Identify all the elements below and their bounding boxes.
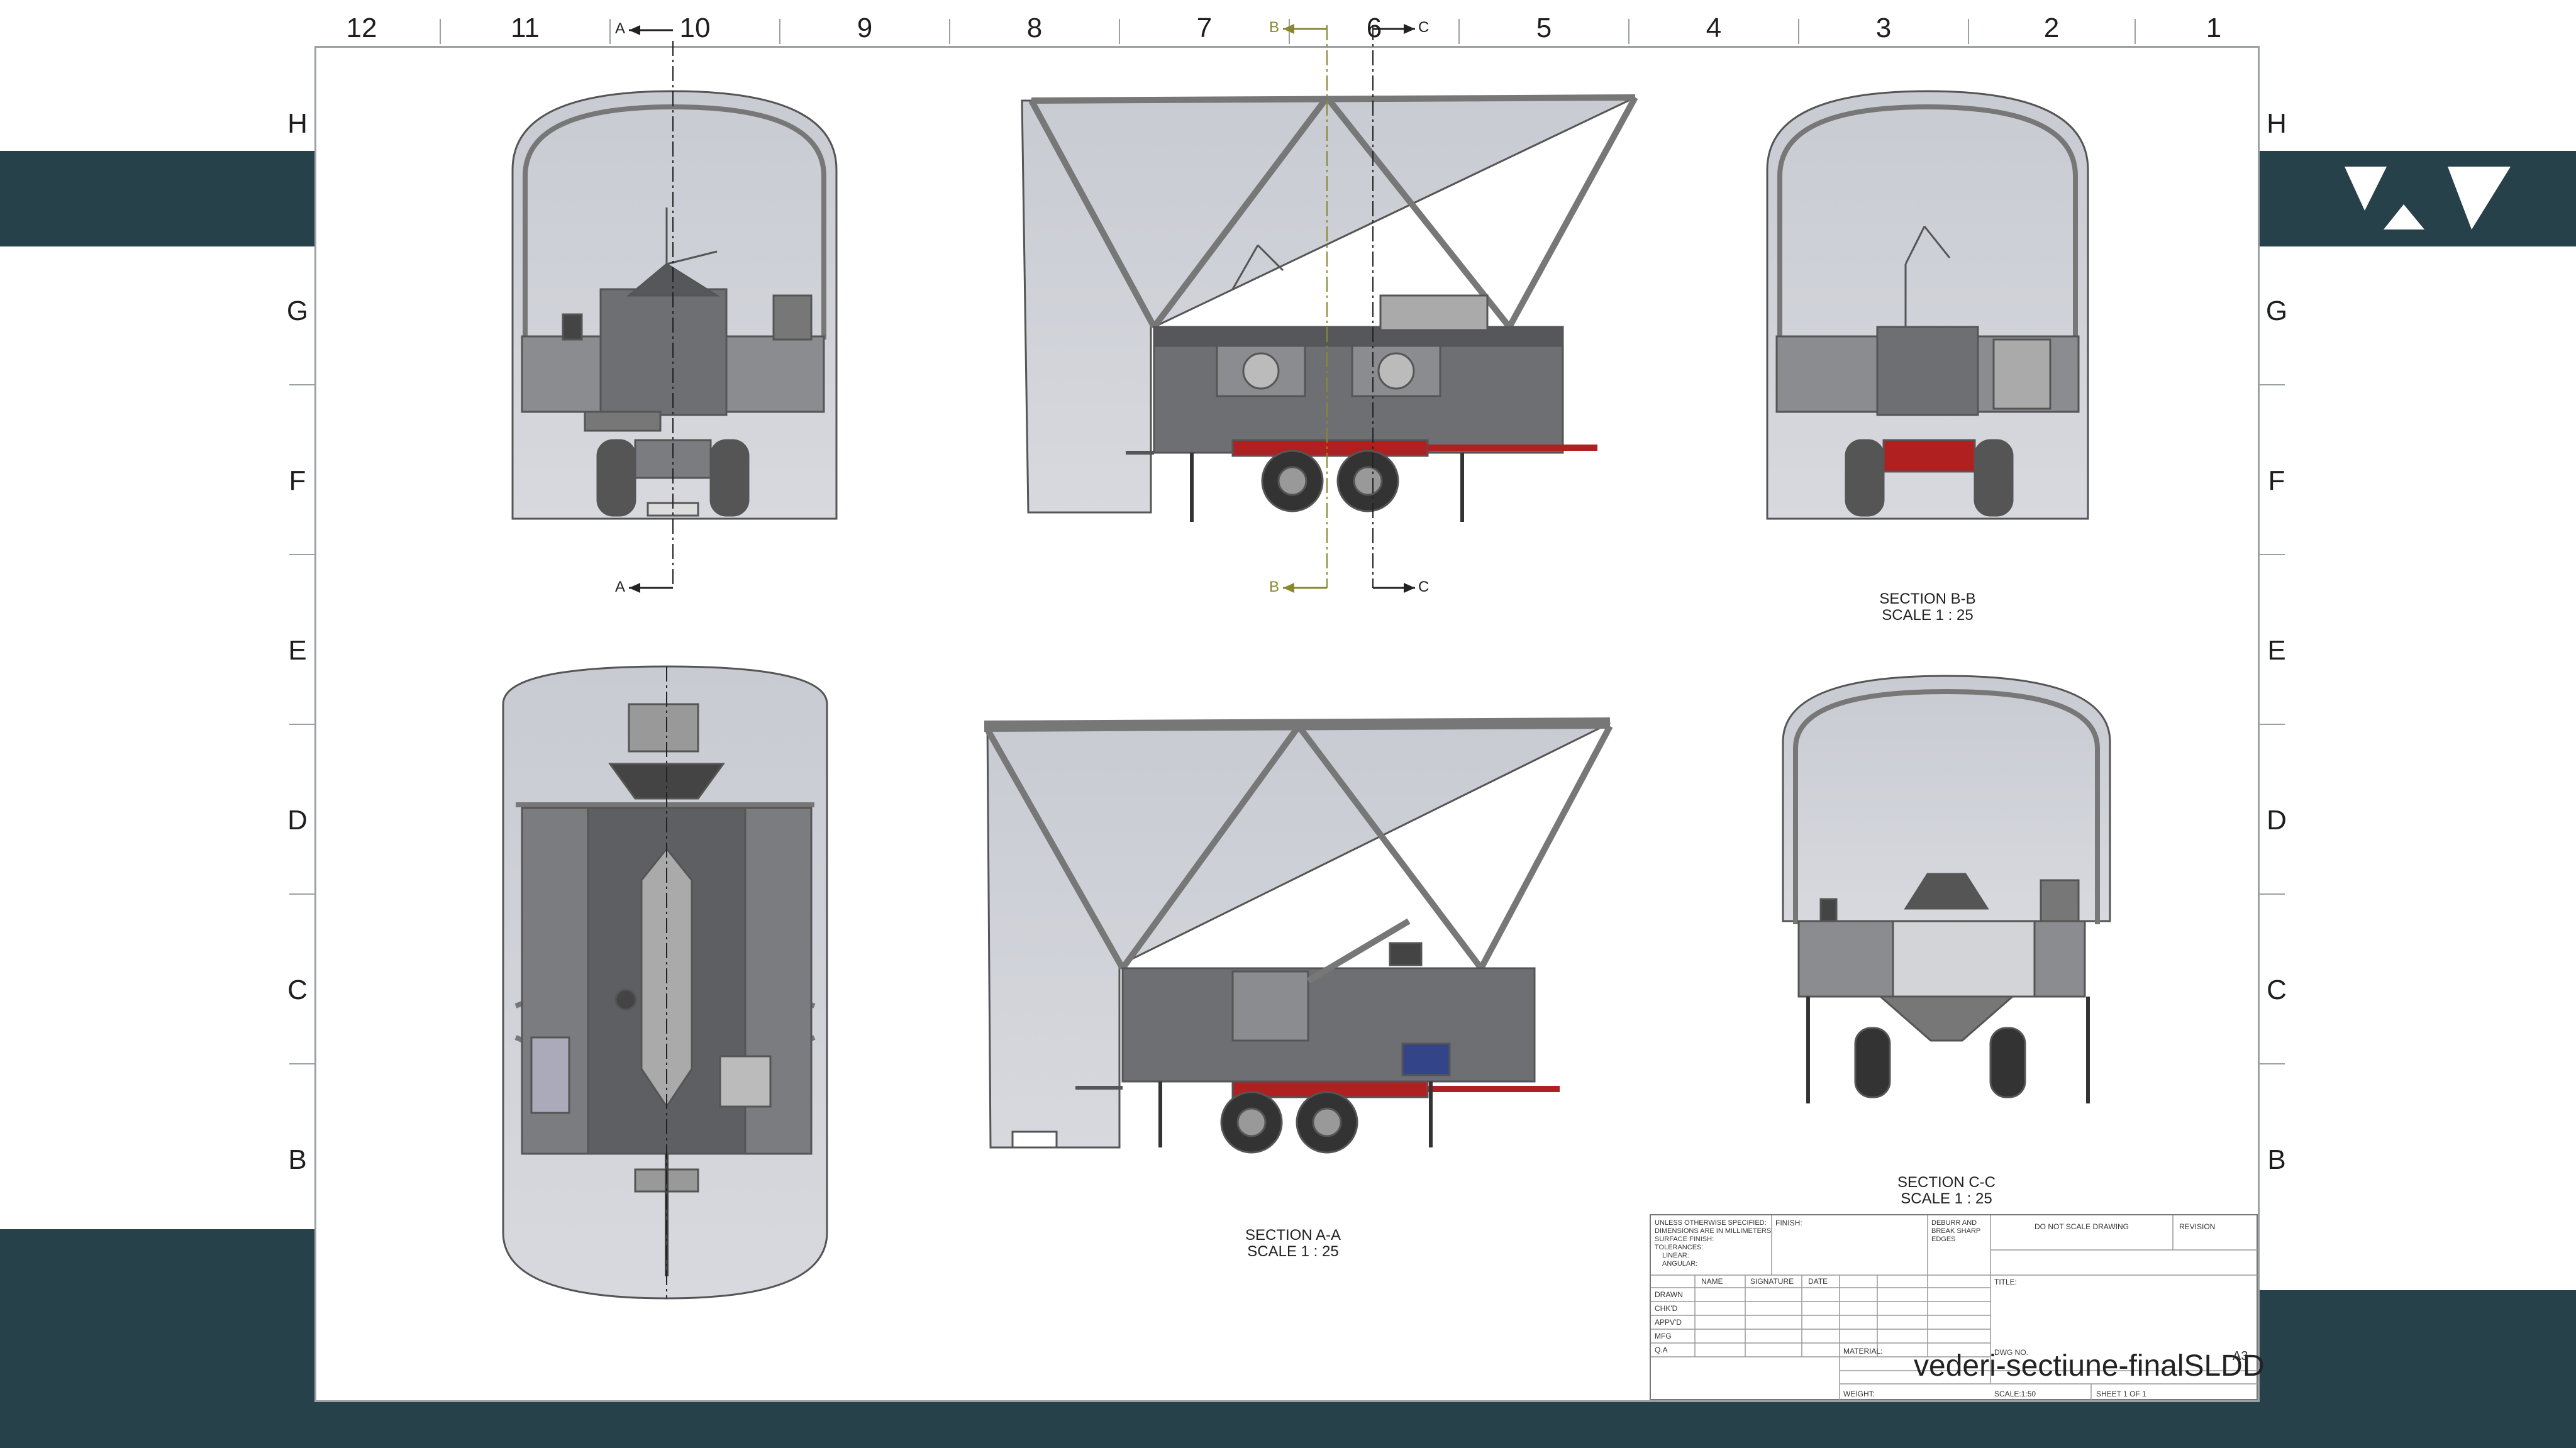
zone-row-d-left: D bbox=[287, 805, 308, 836]
drawing-name: vederi-sectiune-finalSLDD bbox=[1914, 1349, 2265, 1383]
zone-row-b-left: B bbox=[288, 1144, 307, 1175]
tb-deburr-1: DEBURR AND bbox=[1931, 1219, 1977, 1227]
section-aa-caption: SECTION A-A SCALE 1 : 25 bbox=[1199, 1227, 1387, 1260]
tb-revision: REVISION bbox=[2179, 1222, 2216, 1231]
tb-role-drawn: DRAWN bbox=[1655, 1290, 1683, 1299]
tb-col-signature: SIGNATURE bbox=[1750, 1277, 1794, 1286]
tb-do-not-scale: DO NOT SCALE DRAWING bbox=[2035, 1222, 2129, 1231]
zone-col-6: 6 bbox=[1366, 13, 1382, 43]
tb-role-mfg: MFG bbox=[1655, 1332, 1672, 1340]
tb-col-name: NAME bbox=[1701, 1277, 1723, 1286]
zone-row-e-right: E bbox=[2267, 635, 2286, 666]
zone-col-11: 11 bbox=[511, 13, 540, 43]
tb-note-4: TOLERANCES: bbox=[1655, 1244, 1704, 1251]
zone-row-g-right: G bbox=[2265, 296, 2288, 326]
section-aa-view bbox=[984, 717, 1613, 1154]
tb-sheet: SHEET 1 OF 1 bbox=[2096, 1390, 2146, 1398]
tb-scale: SCALE:1:50 bbox=[1994, 1390, 2036, 1398]
tb-col-date: DATE bbox=[1808, 1277, 1828, 1286]
zone-col-3: 3 bbox=[1875, 13, 1892, 43]
zone-row-e-left: E bbox=[288, 635, 307, 666]
tb-note-5: LINEAR: bbox=[1662, 1252, 1689, 1259]
front-view bbox=[511, 90, 838, 520]
section-aa-scale: SCALE 1 : 25 bbox=[1247, 1243, 1339, 1260]
zone-row-h-left: H bbox=[287, 108, 308, 139]
tb-material: MATERIAL: bbox=[1843, 1347, 1883, 1356]
zone-col-10: 10 bbox=[679, 13, 711, 43]
section-marker-b-bottom: B bbox=[1269, 578, 1280, 595]
zone-col-8: 8 bbox=[1026, 13, 1043, 43]
tb-role-chkd: CHK'D bbox=[1655, 1304, 1678, 1313]
tb-role-qa: Q.A bbox=[1655, 1346, 1668, 1354]
zone-row-f-right: F bbox=[2268, 465, 2285, 496]
zone-row-f-left: F bbox=[289, 465, 306, 496]
section-cc-scale: SCALE 1 : 25 bbox=[1901, 1190, 1992, 1207]
side-view bbox=[1021, 94, 1638, 522]
tb-deburr-2: BREAK SHARP bbox=[1931, 1227, 1981, 1235]
section-marker-b-top: B bbox=[1269, 19, 1280, 36]
zone-col-12: 12 bbox=[346, 13, 377, 43]
zone-row-c-right: C bbox=[2267, 975, 2287, 1005]
tb-note-3: SURFACE FINISH: bbox=[1655, 1235, 1714, 1243]
tb-note-1: UNLESS OTHERWISE SPECIFIED: bbox=[1655, 1219, 1767, 1227]
top-view bbox=[502, 665, 828, 1300]
section-marker-a-bottom: A bbox=[615, 578, 626, 595]
tb-deburr-3: EDGES bbox=[1931, 1235, 1956, 1243]
section-marker-c-bottom: C bbox=[1418, 578, 1430, 595]
section-bb-scale: SCALE 1 : 25 bbox=[1882, 607, 1974, 624]
zone-col-7: 7 bbox=[1196, 13, 1213, 43]
section-bb-title: SECTION B-B bbox=[1879, 590, 1976, 607]
tb-weight: WEIGHT: bbox=[1843, 1390, 1875, 1398]
section-bb-view bbox=[1766, 90, 2089, 520]
tb-finish: FINISH: bbox=[1775, 1219, 1802, 1227]
zone-col-2: 2 bbox=[2043, 13, 2060, 43]
zone-row-b-right: B bbox=[2267, 1144, 2286, 1175]
section-cc-view bbox=[1782, 675, 2111, 1103]
tb-notes: UNLESS OTHERWISE SPECIFIED: DIMENSIONS A… bbox=[1655, 1219, 1771, 1268]
tb-deburr: DEBURR AND BREAK SHARP EDGES bbox=[1931, 1219, 1980, 1244]
zone-row-d-right: D bbox=[2267, 805, 2287, 836]
tb-note-6: ANGULAR: bbox=[1662, 1260, 1698, 1268]
zone-col-1: 1 bbox=[2206, 13, 2222, 43]
section-marker-a-top: A bbox=[615, 20, 626, 37]
section-cc-caption: SECTION C-C SCALE 1 : 25 bbox=[1852, 1174, 2041, 1207]
tb-title-label: TITLE: bbox=[1994, 1278, 2018, 1286]
section-aa-title: SECTION A-A bbox=[1245, 1227, 1341, 1244]
zone-row-c-left: C bbox=[287, 975, 308, 1005]
tb-note-2: DIMENSIONS ARE IN MILLIMETERS bbox=[1655, 1227, 1772, 1235]
zone-col-9: 9 bbox=[857, 13, 873, 43]
zone-row-g-left: G bbox=[286, 296, 309, 326]
zone-row-h-right: H bbox=[2267, 108, 2287, 139]
zone-col-4: 4 bbox=[1706, 13, 1722, 43]
tb-role-appvd: APPV'D bbox=[1655, 1318, 1682, 1327]
zone-col-5: 5 bbox=[1536, 13, 1552, 43]
section-bb-caption: SECTION B-B SCALE 1 : 25 bbox=[1833, 591, 2022, 624]
section-cc-title: SECTION C-C bbox=[1897, 1174, 1996, 1191]
section-marker-c-top: C bbox=[1418, 19, 1430, 36]
